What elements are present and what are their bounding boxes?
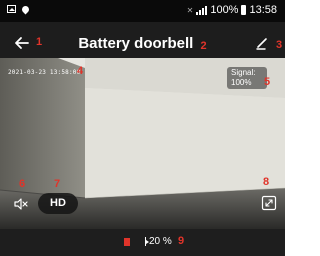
fullscreen-icon xyxy=(261,195,277,211)
status-bar-left xyxy=(7,4,31,14)
video-timestamp: 2021-03-23 13:58:00 xyxy=(8,69,81,76)
quality-label: HD xyxy=(50,197,66,209)
status-bar: ✕ 100% 13:58 xyxy=(0,0,285,22)
signal-icon xyxy=(196,5,208,15)
battery-percent: 100% xyxy=(210,4,239,16)
page-title: Battery doorbell 2 xyxy=(0,35,285,52)
zoom-value: 20 % xyxy=(149,236,172,247)
annotation-marker-7: 7 xyxy=(54,178,61,190)
annotation-marker-5: 5 xyxy=(264,76,271,88)
annotation-marker-6: 6 xyxy=(19,178,26,190)
clock: 13:58 xyxy=(249,4,277,16)
speaker-muted-icon xyxy=(14,198,28,210)
status-bar-right: ✕ 100% 13:58 xyxy=(187,4,277,16)
signal-label: Signal: xyxy=(231,68,256,77)
doorbell-live-view-screen: ✕ 100% 13:58 1 Battery doorbell 2 3 2021… xyxy=(0,0,285,256)
annotation-marker-3: 3 xyxy=(276,39,283,51)
mute-button[interactable] xyxy=(13,196,29,212)
bottom-toolbar: 20 % 9 xyxy=(0,229,285,256)
zoom-level[interactable]: 20 % xyxy=(145,236,172,247)
page-title-text: Battery doorbell xyxy=(78,35,194,52)
fullscreen-button[interactable] xyxy=(261,195,277,211)
annotation-marker-9: 9 xyxy=(178,235,185,247)
signal-value: 100% xyxy=(231,78,252,87)
edit-name-button[interactable] xyxy=(255,35,271,51)
signal-strength-badge: Signal: 100% xyxy=(227,67,267,89)
pencil-icon xyxy=(256,38,267,50)
annotation-marker-2: 2 xyxy=(200,40,207,52)
gallery-icon xyxy=(7,5,16,13)
drop-icon xyxy=(20,4,31,14)
wifi-off-icon: ✕ xyxy=(186,5,194,15)
record-icon[interactable] xyxy=(124,238,130,246)
quality-toggle-button[interactable]: HD xyxy=(38,193,78,214)
annotation-marker-8: 8 xyxy=(263,176,270,188)
zoom-level-icon xyxy=(145,237,149,246)
battery-icon xyxy=(241,5,247,15)
annotation-marker-4: 4 xyxy=(77,65,84,77)
